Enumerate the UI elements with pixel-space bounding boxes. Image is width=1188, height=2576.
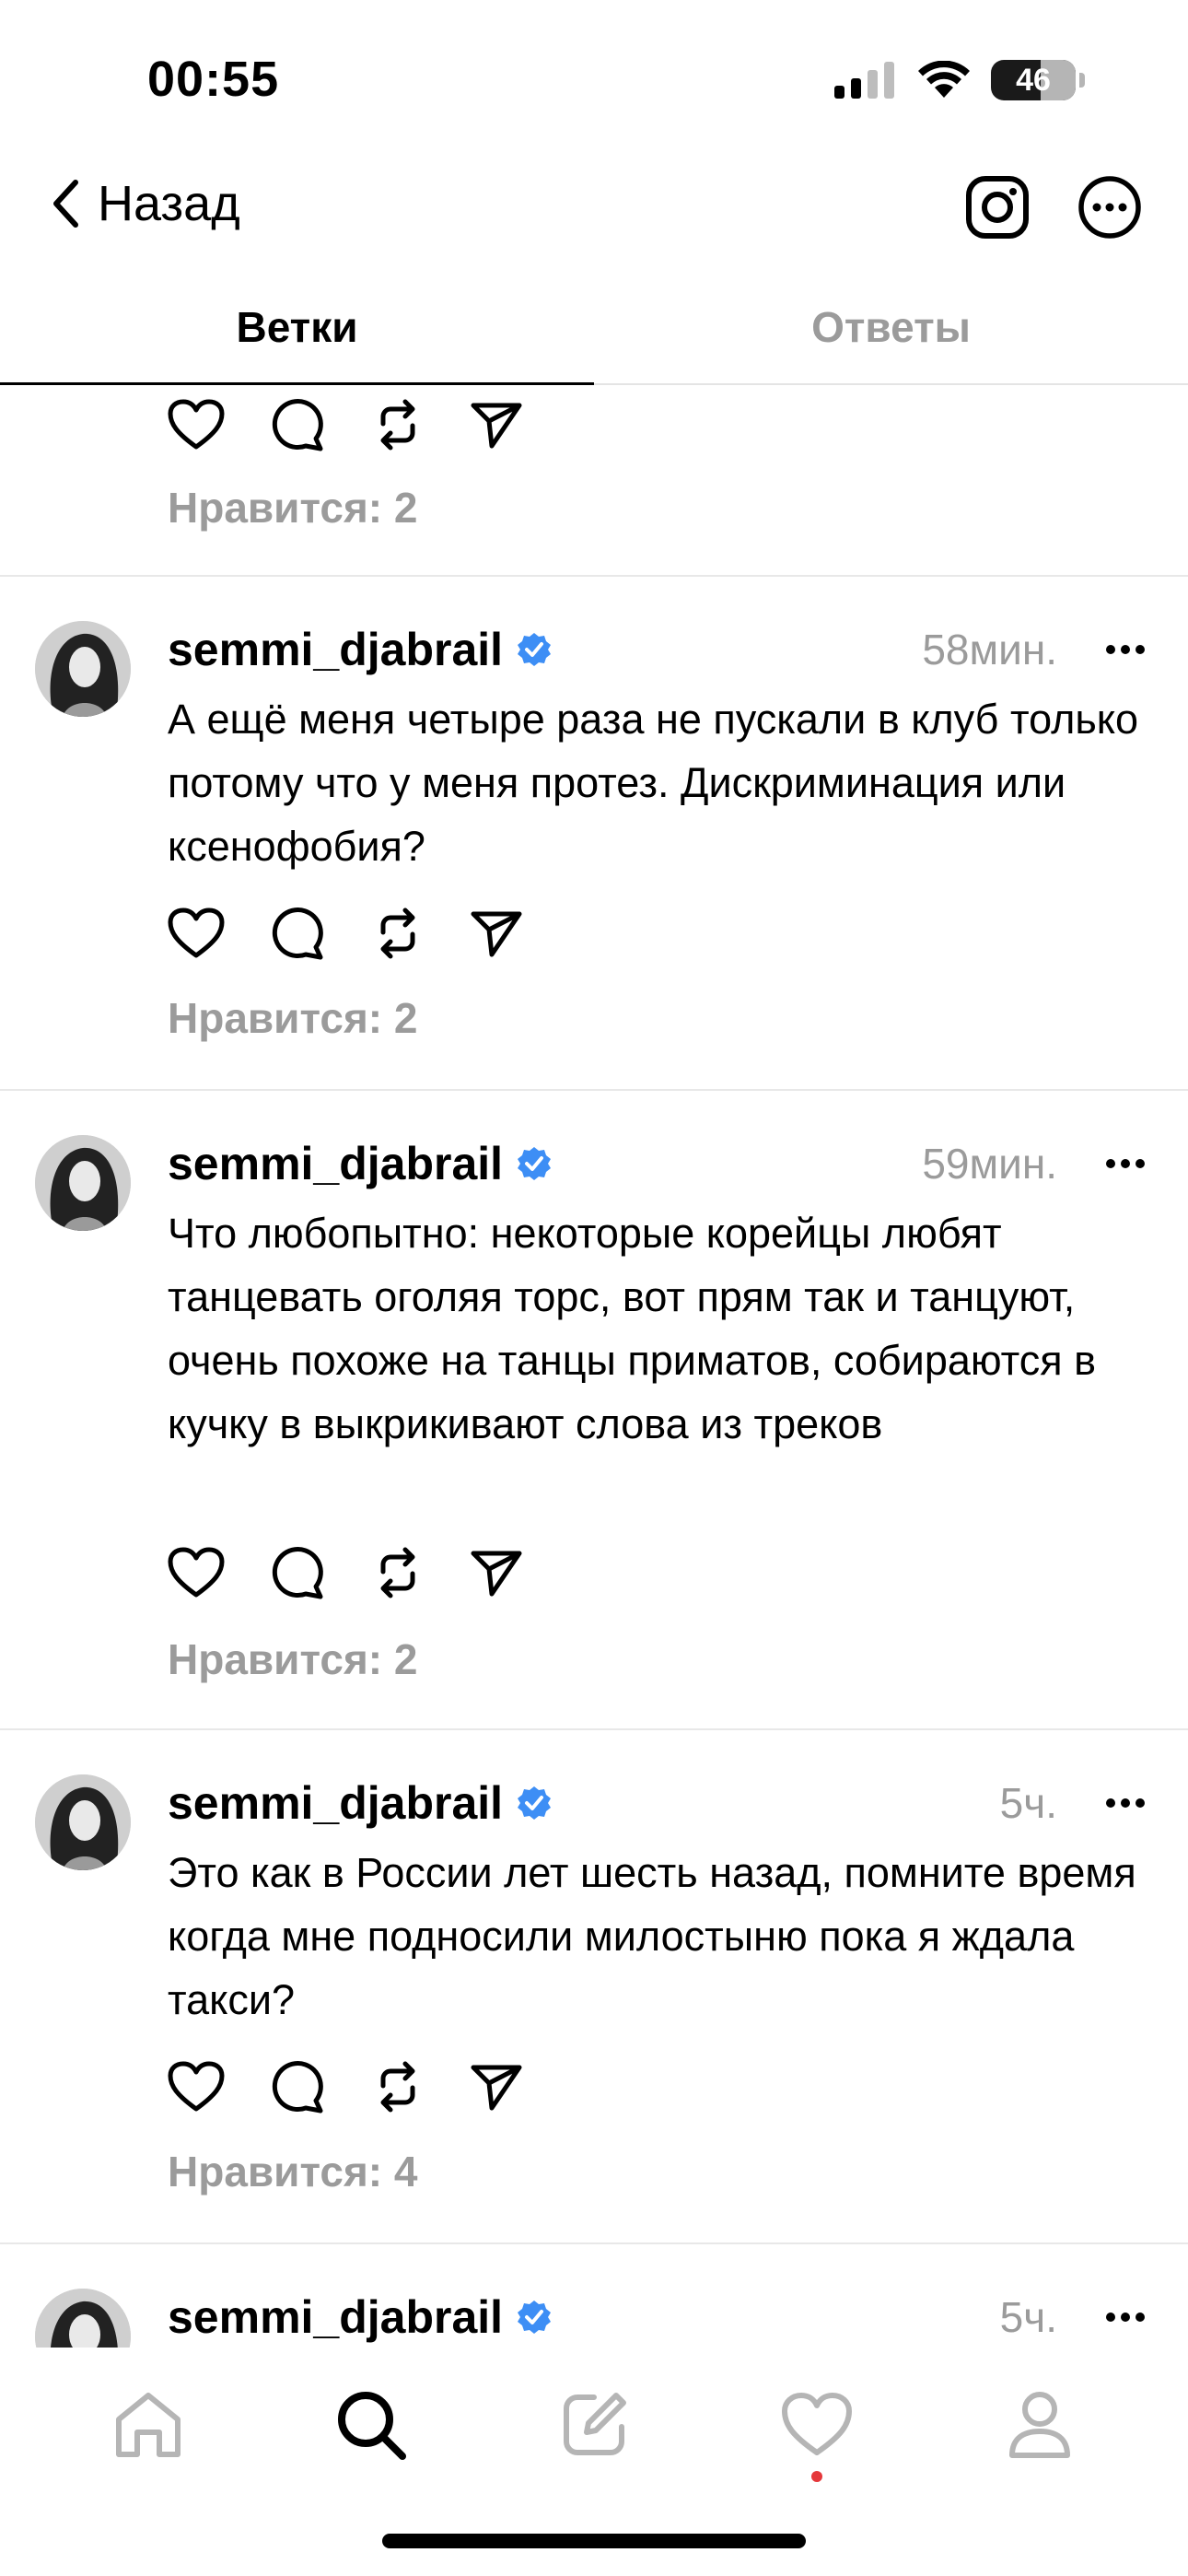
tab-threads[interactable]: Ветки	[0, 286, 594, 385]
username[interactable]: semmi_djabrail	[168, 623, 503, 676]
bottom-nav	[0, 2348, 1188, 2576]
post-time: 58мин.	[922, 626, 1057, 673]
nav-compose[interactable]	[548, 2379, 640, 2471]
status-icons: 46	[834, 57, 1085, 103]
more-icon[interactable]	[1105, 1797, 1146, 1809]
post-actions	[168, 905, 523, 962]
more-options-icon[interactable]	[1077, 175, 1142, 240]
avatar[interactable]	[35, 1774, 131, 1870]
likes-count[interactable]: Нравится: 2	[168, 1634, 418, 1684]
comment-icon[interactable]	[271, 907, 326, 960]
wifi-icon	[918, 61, 970, 98]
like-icon[interactable]	[168, 907, 225, 959]
post-text: Это как в России лет шесть назад, помнит…	[168, 1849, 1136, 2023]
post-text: А ещё меня четыре раза не пускали в клуб…	[168, 696, 1139, 870]
username[interactable]: semmi_djabrail	[168, 2290, 503, 2344]
back-label: Назад	[98, 176, 240, 231]
post-header: semmi_djabrail 5ч.	[168, 1771, 1146, 1835]
more-icon[interactable]	[1105, 644, 1146, 655]
nav-activity[interactable]	[771, 2379, 863, 2482]
repost-icon[interactable]	[372, 905, 424, 962]
post-header: semmi_djabrail 5ч.	[168, 2285, 1146, 2349]
verified-badge-icon	[518, 633, 552, 666]
post-partial: Нравится: 2	[0, 387, 1188, 577]
search-icon	[338, 2392, 406, 2460]
like-icon[interactable]	[168, 1547, 225, 1598]
activity-icon	[782, 2393, 852, 2455]
share-icon[interactable]	[470, 908, 523, 958]
like-icon[interactable]	[168, 2061, 225, 2113]
home-indicator[interactable]	[382, 2534, 806, 2548]
like-icon[interactable]	[168, 399, 225, 451]
post-actions	[168, 1544, 523, 1601]
likes-count[interactable]: Нравится: 2	[168, 993, 418, 1043]
nav-home[interactable]	[102, 2379, 194, 2471]
share-icon[interactable]	[470, 400, 523, 450]
post-time: 5ч.	[999, 1779, 1057, 1827]
repost-icon[interactable]	[372, 396, 424, 453]
battery-nub	[1079, 73, 1085, 88]
avatar[interactable]	[35, 621, 131, 717]
compose-icon	[564, 2393, 626, 2455]
username[interactable]: semmi_djabrail	[168, 1137, 503, 1190]
nav-search[interactable]	[325, 2379, 417, 2471]
post-time: 5ч.	[999, 2293, 1057, 2341]
comment-icon[interactable]	[271, 2060, 326, 2113]
battery-level: 46	[1016, 62, 1051, 98]
share-icon[interactable]	[470, 2062, 523, 2112]
chevron-left-icon	[53, 180, 78, 228]
signal-icon	[834, 62, 894, 99]
avatar[interactable]	[35, 2289, 131, 2349]
more-icon[interactable]	[1105, 1158, 1146, 1169]
repost-icon[interactable]	[372, 1544, 424, 1601]
post: semmi_djabrail 58мин. А ещё меня четыре …	[0, 577, 1188, 1091]
tab-bar: Ветки Ответы	[0, 286, 1188, 385]
avatar[interactable]	[35, 1135, 131, 1231]
post: semmi_djabrail 5ч. Это как в России лет …	[0, 1730, 1188, 2244]
battery-indicator: 46	[991, 60, 1076, 100]
post-actions	[168, 396, 523, 453]
post-header: semmi_djabrail 58мин.	[168, 617, 1146, 682]
post-actions	[168, 2058, 523, 2115]
profile-icon	[1009, 2392, 1070, 2458]
comment-icon[interactable]	[271, 1546, 326, 1599]
status-time: 00:55	[147, 52, 280, 107]
back-button[interactable]: Назад	[50, 175, 240, 232]
username[interactable]: semmi_djabrail	[168, 1776, 503, 1830]
post-header: semmi_djabrail 59мин.	[168, 1131, 1146, 1196]
feed[interactable]: Нравится: 2 semmi_djabrail 58мин. А ещё …	[0, 387, 1188, 2349]
tab-replies[interactable]: Ответы	[594, 286, 1188, 383]
verified-badge-icon	[518, 1786, 552, 1820]
nav-profile[interactable]	[994, 2379, 1086, 2471]
share-icon[interactable]	[470, 1548, 523, 1598]
likes-count[interactable]: Нравится: 2	[168, 483, 418, 533]
header: Назад	[0, 157, 1188, 258]
verified-badge-icon	[518, 2301, 552, 2334]
repost-icon[interactable]	[372, 2058, 424, 2115]
more-icon[interactable]	[1105, 2312, 1146, 2323]
comment-icon[interactable]	[271, 398, 326, 451]
post-time: 59мин.	[922, 1140, 1057, 1188]
notification-dot	[811, 2471, 822, 2482]
post: semmi_djabrail 5ч.	[0, 2244, 1188, 2349]
instagram-icon[interactable]	[965, 175, 1030, 240]
likes-count[interactable]: Нравится: 4	[168, 2147, 418, 2196]
post-text: Что любопытно: некоторые корейцы любят т…	[168, 1210, 1097, 1447]
status-bar: 00:55 46	[0, 0, 1188, 147]
verified-badge-icon	[518, 1147, 552, 1180]
home-icon	[116, 2393, 181, 2457]
post: semmi_djabrail 59мин. Что любопытно: нек…	[0, 1091, 1188, 1730]
